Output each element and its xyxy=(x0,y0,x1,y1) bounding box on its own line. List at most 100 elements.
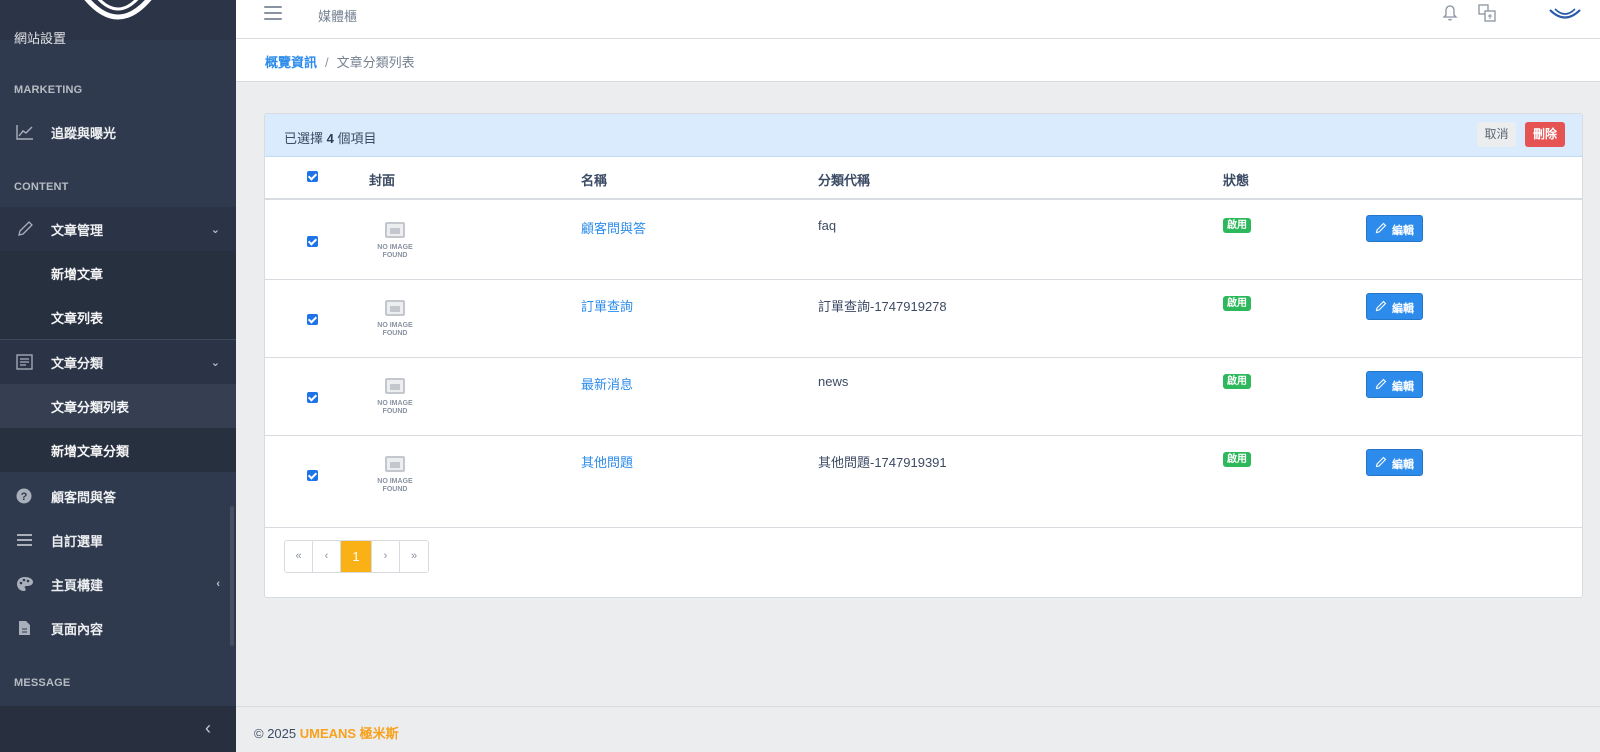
sidebar-item-label: 文章列表 xyxy=(51,310,104,326)
breadcrumb: 概覽資訊 / 文章分類列表 xyxy=(265,52,415,71)
pencil-icon xyxy=(1375,378,1387,390)
delete-button[interactable]: 刪除 xyxy=(1525,122,1565,147)
page-first-button[interactable]: « xyxy=(285,541,313,572)
page-last-button[interactable]: » xyxy=(400,541,428,572)
image-placeholder-icon xyxy=(385,222,405,238)
subheader: 概覽資訊 / 文章分類列表 xyxy=(236,39,1600,82)
edit-label: 編輯 xyxy=(1392,459,1414,471)
row-checkbox[interactable] xyxy=(307,470,318,481)
edit-button[interactable]: 編輯 xyxy=(1366,293,1423,320)
sidebar-item-label: 顧客問與答 xyxy=(51,489,117,505)
file-icon xyxy=(19,621,30,635)
edit-button[interactable]: 編輯 xyxy=(1366,449,1423,476)
sidebar-item-label: 新增文章分類 xyxy=(51,443,130,459)
no-image-text: NO IMAGE FOUND xyxy=(377,478,413,493)
category-name-link[interactable]: 其他問題 xyxy=(581,452,633,471)
row-checkbox[interactable] xyxy=(307,392,318,403)
sidebar-item-add-category[interactable]: 新增文章分類 xyxy=(0,428,236,472)
image-placeholder-icon xyxy=(385,378,405,394)
language-icon[interactable] xyxy=(1478,4,1496,22)
selection-prefix: 已選擇 xyxy=(284,131,327,146)
pencil-icon xyxy=(18,221,33,236)
table-row: NO IMAGE FOUND 顧客問與答 faq 啟用 編輯 xyxy=(265,202,1582,280)
category-name-link[interactable]: 訂單查詢 xyxy=(581,296,633,315)
chevron-left-icon: ‹ xyxy=(216,578,220,590)
column-header-name[interactable]: 名稱 xyxy=(581,170,607,189)
sidebar-item-label: 頁面內容 xyxy=(51,621,104,637)
selection-count: 4 xyxy=(326,131,334,146)
category-table-card: 已選擇 4 個項目 取消 刪除 封面 名稱 分類代稱 狀態 NO IMAGE F… xyxy=(264,113,1583,598)
column-header-status[interactable]: 狀態 xyxy=(1223,170,1249,189)
table-row: NO IMAGE FOUND 最新消息 news 啟用 編輯 xyxy=(265,358,1582,436)
sidebar-item-custom-menu[interactable]: 自訂選單 xyxy=(0,518,236,562)
page-prev-button[interactable]: ‹ xyxy=(313,541,341,572)
breadcrumb-separator: / xyxy=(325,55,329,70)
footer-brand-link[interactable]: UMEANS 極米斯 xyxy=(300,726,399,741)
sidebar-item-label: 追蹤與曝光 xyxy=(51,125,117,141)
sidebar-scrollbar[interactable] xyxy=(230,506,234,646)
copyright-text: © 2025 xyxy=(254,726,300,741)
sidebar-item-partial[interactable]: 網站設置 xyxy=(14,28,66,47)
edit-button[interactable]: 編輯 xyxy=(1366,371,1423,398)
status-badge: 啟用 xyxy=(1223,452,1251,467)
row-checkbox[interactable] xyxy=(307,236,318,247)
sidebar-item-label: 新增文章 xyxy=(51,266,104,282)
page-next-button[interactable]: › xyxy=(372,541,400,572)
sidebar-item-faq[interactable]: ? 顧客問與答 xyxy=(0,474,236,518)
question-circle-icon: ? xyxy=(16,488,32,504)
pencil-icon xyxy=(1375,222,1387,234)
logo-icon xyxy=(84,0,152,20)
edit-label: 編輯 xyxy=(1392,303,1414,315)
page-number-button[interactable]: 1 xyxy=(341,541,372,572)
avatar[interactable] xyxy=(1548,6,1582,24)
sidebar-item-homepage-builder[interactable]: 主頁構建 ‹ xyxy=(0,562,236,606)
menu-bars-icon xyxy=(17,534,32,546)
edit-button[interactable]: 編輯 xyxy=(1366,215,1423,242)
column-header-code[interactable]: 分類代稱 xyxy=(818,170,870,189)
selection-suffix: 個項目 xyxy=(333,131,377,146)
row-checkbox[interactable] xyxy=(307,314,318,325)
no-image-text: NO IMAGE FOUND xyxy=(377,400,413,415)
category-code: 訂單查詢-1747919278 xyxy=(818,299,947,314)
sidebar-item-article-list[interactable]: 文章列表 xyxy=(0,295,236,339)
no-image-placeholder: NO IMAGE FOUND xyxy=(377,376,413,420)
sidebar-item-page-content[interactable]: 頁面內容 xyxy=(0,606,236,650)
breadcrumb-home[interactable]: 概覽資訊 xyxy=(265,55,317,70)
column-header-cover: 封面 xyxy=(369,173,396,188)
category-code: news xyxy=(818,374,849,389)
category-code: 其他問題-1747919391 xyxy=(818,455,947,470)
select-all-checkbox[interactable] xyxy=(307,171,318,182)
status-badge: 啟用 xyxy=(1223,374,1251,389)
sidebar-item-category-list[interactable]: 文章分類列表 xyxy=(0,384,236,428)
copyright: © 2025 UMEANS 極米斯 xyxy=(254,723,399,742)
line-chart-icon xyxy=(16,125,33,140)
sidebar: 網站設置 MARKETING 追蹤與曝光 CONTENT 文章管理 ⌄ 新增文章… xyxy=(0,0,236,752)
sidebar-item-tracking[interactable]: 追蹤與曝光 xyxy=(0,110,236,154)
chevron-down-icon: ⌄ xyxy=(210,223,220,236)
table-row: NO IMAGE FOUND 訂單查詢 訂單查詢-1747919278 啟用 編輯 xyxy=(265,280,1582,358)
category-name-link[interactable]: 顧客問與答 xyxy=(581,218,646,237)
sidebar-item-add-article[interactable]: 新增文章 xyxy=(0,251,236,295)
breadcrumb-current: 文章分類列表 xyxy=(336,55,415,70)
table-header: 封面 名稱 分類代稱 狀態 xyxy=(265,157,1582,200)
footer: © 2025 UMEANS 極米斯 xyxy=(236,706,1600,752)
category-code: faq xyxy=(818,218,837,233)
no-image-text: NO IMAGE FOUND xyxy=(377,244,413,259)
pencil-icon xyxy=(1375,456,1387,468)
sidebar-item-label: 文章分類 xyxy=(51,355,104,371)
svg-text:?: ? xyxy=(21,491,28,503)
image-placeholder-icon xyxy=(385,456,405,472)
cancel-button[interactable]: 取消 xyxy=(1477,122,1516,147)
category-name-link[interactable]: 最新消息 xyxy=(581,374,633,393)
sidebar-item-article-manage[interactable]: 文章管理 ⌄ xyxy=(0,207,236,251)
media-library-link[interactable]: 媒體櫃 xyxy=(318,6,357,25)
status-badge: 啟用 xyxy=(1223,296,1251,311)
sidebar-minimizer[interactable]: ‹ xyxy=(0,706,236,752)
edit-label: 編輯 xyxy=(1392,225,1414,237)
pagination: « ‹ 1 › » xyxy=(284,540,429,573)
hamburger-menu-icon[interactable] xyxy=(264,6,282,22)
sidebar-item-label: 自訂選單 xyxy=(51,533,104,549)
chevron-left-icon: ‹ xyxy=(205,718,211,738)
bell-icon[interactable] xyxy=(1441,4,1459,22)
sidebar-item-article-category[interactable]: 文章分類 ⌄ xyxy=(0,340,236,384)
